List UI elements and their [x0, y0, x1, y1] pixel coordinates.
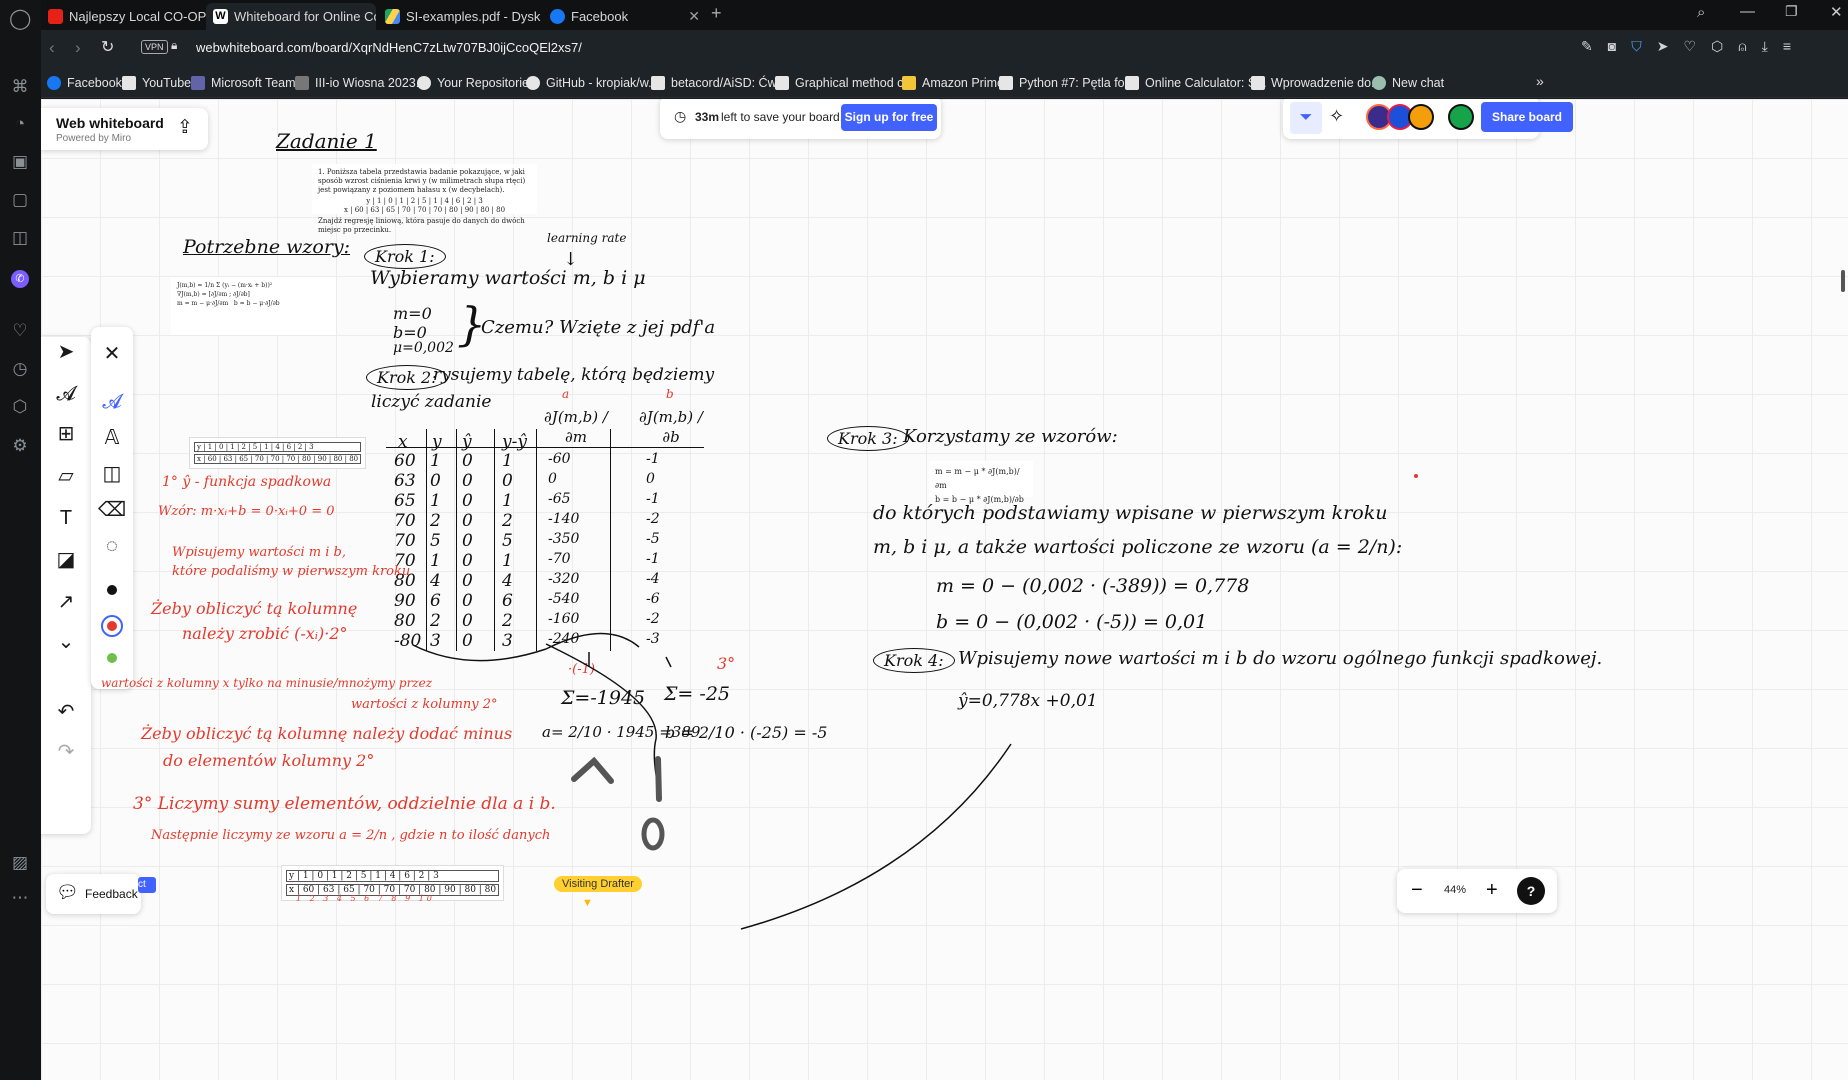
- forward-icon[interactable]: ›: [75, 38, 81, 58]
- tab-facebook[interactable]: Facebook ✕: [543, 3, 708, 30]
- new-tab-icon[interactable]: +: [711, 3, 722, 24]
- bookmark-wiosna[interactable]: III-io Wiosna 2023....: [295, 74, 430, 92]
- bookmark-betacord[interactable]: betacord/AiSD: Ćwi...: [651, 74, 790, 92]
- more-icon[interactable]: ⋯: [9, 887, 31, 909]
- cube-outline-icon[interactable]: ⬡: [1711, 38, 1738, 54]
- profile-icon[interactable]: ⍝: [1738, 38, 1761, 54]
- more-bookmarks-icon[interactable]: »: [1536, 73, 1544, 89]
- page-icon: [775, 76, 789, 90]
- cube-icon[interactable]: ⬡: [9, 396, 31, 418]
- page-icon: [651, 76, 665, 90]
- bookmark-youtube[interactable]: YouTube: [122, 74, 191, 92]
- heart-outline-icon[interactable]: ♡: [1683, 38, 1711, 54]
- camera-icon[interactable]: ◙: [1608, 38, 1631, 54]
- page-icon: [999, 76, 1013, 90]
- chatgpt-icon: [1372, 76, 1386, 90]
- tab-youtube[interactable]: Najlepszy Local CO-OP W I: [41, 3, 206, 30]
- lock-icon: 🔒︎: [171, 38, 178, 52]
- youtube-icon: [48, 9, 63, 24]
- ink-strokes: [412, 474, 1418, 930]
- bag-icon[interactable]: ▣: [9, 151, 31, 173]
- game-icon[interactable]: ◫: [9, 227, 31, 249]
- bookmark-graphical[interactable]: Graphical method c...: [775, 74, 914, 92]
- back-icon[interactable]: ‹: [49, 38, 55, 58]
- github-icon: [417, 76, 431, 90]
- facebook-icon: [47, 76, 61, 90]
- shield-icon[interactable]: ⛉: [1631, 38, 1657, 54]
- menu-icon[interactable]: ≡: [1783, 38, 1806, 54]
- bookmark-facebook[interactable]: Facebook: [47, 74, 122, 92]
- bookmark-new-chat[interactable]: New chat: [1372, 74, 1444, 92]
- tab-title: SI-examples.pdf - Dysk Goo: [406, 9, 543, 24]
- restore-icon[interactable]: ❐: [1785, 3, 1798, 20]
- image-icon[interactable]: ▨: [9, 852, 31, 874]
- speed-dial-icon[interactable]: ◔: [9, 113, 31, 135]
- messenger-icon[interactable]: ✆: [11, 270, 29, 288]
- scrollbar[interactable]: [1841, 270, 1845, 292]
- bookmark-python[interactable]: Python #7: Pętla for...: [999, 74, 1139, 92]
- tab-strip: Najlepszy Local CO-OP W I W Whiteboard f…: [41, 0, 1848, 30]
- bookmark-github-kropiak[interactable]: GitHub - kropiak/w...: [526, 74, 659, 92]
- whiteboard-canvas[interactable]: Web whiteboard Powered by Miro ⇪ ◷ 33m l…: [41, 99, 1848, 1080]
- page-icon: [122, 76, 136, 90]
- close-window-icon[interactable]: ✕: [1830, 3, 1843, 21]
- tab-drive[interactable]: SI-examples.pdf - Dysk Goo: [378, 3, 543, 30]
- opera-sidebar: ◯ ⌘ ◔ ▣ ▢ ◫ ✆ ♡ ◷ ⬡ ⚙ ▨ ⋯: [0, 0, 41, 1080]
- opera-logo-icon[interactable]: ◯: [9, 8, 31, 30]
- bookmark-repositories[interactable]: Your Repositories: [417, 74, 535, 92]
- settings-icon[interactable]: ⚙: [9, 435, 31, 457]
- tab-whiteboard[interactable]: W Whiteboard for Online Coll: [206, 3, 376, 30]
- search-icon[interactable]: ⌕: [1697, 4, 1705, 21]
- twitch-icon[interactable]: ▢: [9, 189, 31, 211]
- bookmarks-bar: Facebook YouTube Microsoft Teams III-io …: [41, 68, 1848, 98]
- bookmark-teams[interactable]: Microsoft Teams: [191, 74, 302, 92]
- bookmark-calculator[interactable]: Online Calculator: S...: [1125, 74, 1267, 92]
- google-drive-icon: [385, 9, 400, 24]
- address-actions: ✎◙⛉➤♡⬡⍝⤓≡: [1581, 38, 1806, 55]
- whiteboard-icon: W: [213, 9, 228, 24]
- url-field[interactable]: webwhiteboard.com/board/XqrNdHenC7zLtw70…: [196, 40, 582, 55]
- vpn-badge[interactable]: VPN: [141, 40, 168, 54]
- page-icon: [1251, 76, 1265, 90]
- bookmark-wprowadzenie[interactable]: Wprowadzenie do...: [1251, 74, 1381, 92]
- history-icon[interactable]: ◷: [9, 358, 31, 380]
- amazon-icon: [902, 76, 916, 90]
- send-icon[interactable]: ➤: [1657, 38, 1684, 54]
- reload-icon[interactable]: ↻: [101, 37, 114, 57]
- heart-icon[interactable]: ♡: [9, 320, 31, 342]
- page-icon: [1125, 76, 1139, 90]
- github-icon: [526, 76, 540, 90]
- gamepad-icon[interactable]: ⌘: [9, 76, 31, 98]
- address-bar: ‹ › ↻ VPN 🔒︎ webwhiteboard.com/board/Xqr…: [41, 30, 1848, 68]
- edit-icon[interactable]: ✎: [1581, 38, 1608, 54]
- close-icon[interactable]: ✕: [688, 3, 700, 30]
- teams-icon: [191, 76, 205, 90]
- tab-title: Facebook: [571, 9, 629, 24]
- download-icon[interactable]: ⤓: [1762, 38, 1783, 54]
- tab-title: Najlepszy Local CO-OP W I: [69, 9, 206, 24]
- bookmark-amazon[interactable]: Amazon Prime: [902, 74, 1004, 92]
- tab-title: Whiteboard for Online Coll: [234, 9, 376, 24]
- site-icon: [295, 76, 309, 90]
- facebook-icon: [550, 9, 565, 24]
- minimize-icon[interactable]: —: [1740, 3, 1755, 20]
